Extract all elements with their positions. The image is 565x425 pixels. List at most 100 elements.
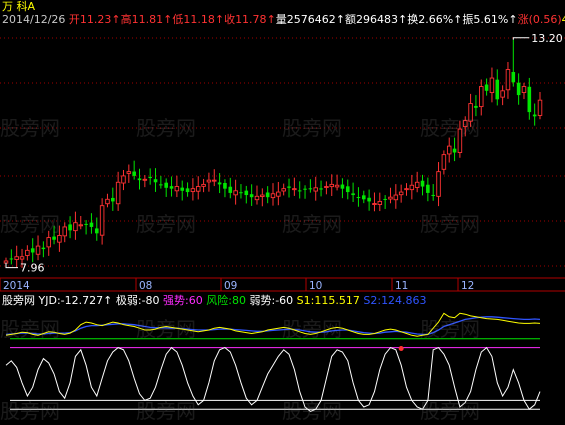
candle-body: [89, 222, 94, 227]
candle-body: [377, 200, 383, 205]
candle-body: [479, 86, 484, 108]
candle-body: [276, 191, 281, 197]
candle-body: [19, 256, 25, 260]
candle-body: [452, 148, 457, 153]
volume-label: 量: [275, 13, 287, 26]
candle-body: [500, 90, 505, 98]
legend-s1-value: 115.517: [314, 294, 360, 307]
candle-body: [14, 256, 19, 260]
candle-body: [68, 224, 72, 231]
candle-body: [313, 187, 318, 192]
low-value: 11.18: [183, 13, 215, 26]
candle-body: [292, 188, 297, 191]
candle-body: [446, 145, 452, 155]
close-label: 收: [224, 13, 236, 26]
quote-header: 2014/12/26 开11.23↑高11.81↑低11.18↑收11.78↑量…: [2, 13, 565, 26]
candle-body: [46, 237, 51, 248]
candle-body: [9, 258, 14, 260]
candle-body: [164, 182, 168, 188]
change-suffix: 4.: [562, 13, 565, 26]
candle-body: [228, 186, 233, 193]
candle-body: [62, 226, 67, 237]
candle-body: [345, 186, 350, 193]
candle-body: [281, 188, 286, 192]
legend-risk-value: 80: [231, 294, 246, 307]
candle-body: [148, 176, 152, 179]
candle-body: [537, 99, 543, 116]
candle-body: [159, 184, 163, 186]
candle-body: [185, 188, 190, 193]
legend-strong-name: 强势: [163, 294, 186, 307]
legend-weakest-value: -80: [141, 294, 160, 307]
indicator-title: 股旁网: [2, 294, 35, 307]
up-arrow-icon: ↑: [214, 13, 225, 26]
change-value: (0.56): [528, 13, 562, 26]
candle-body: [372, 203, 377, 206]
change-label: 涨: [517, 13, 529, 26]
candle-body: [195, 186, 201, 192]
candle-body: [527, 86, 532, 113]
legend-risk-name: 风险: [206, 294, 229, 307]
up-arrow-icon: ↑: [111, 13, 121, 26]
candle-body: [217, 182, 222, 185]
candle-body: [212, 179, 217, 182]
candle-body: [94, 228, 99, 234]
candle-body: [174, 186, 180, 192]
candle-body: [457, 128, 463, 153]
legend-s2-value: 124.863: [381, 294, 427, 307]
legend-s2-name: S2: [363, 294, 378, 307]
high-callout-label: 13.20: [531, 32, 563, 45]
candle-body: [329, 183, 334, 188]
low-label: 低: [172, 13, 184, 26]
candle-body: [462, 120, 468, 128]
candle-body: [356, 197, 361, 199]
candle-body: [111, 197, 115, 202]
candle-body: [474, 105, 478, 108]
candle-body: [265, 192, 270, 198]
up-arrow-icon: ↑: [508, 13, 518, 26]
x-axis-tick-label: 10: [309, 280, 322, 292]
candle-body: [319, 188, 323, 190]
signal-marker: [398, 345, 404, 351]
amount-value: 296483: [356, 13, 398, 26]
up-arrow-icon: ↑: [335, 13, 345, 26]
up-arrow-icon: ↑: [453, 13, 463, 26]
candle-body: [249, 194, 254, 198]
x-axis-tick-label: 08: [139, 280, 152, 292]
candle-body: [532, 114, 537, 117]
low-callout-label: 7.96: [20, 262, 45, 275]
candle-body: [398, 191, 404, 196]
candle-body: [41, 247, 46, 250]
candle-body: [30, 248, 35, 253]
candle-body: [426, 184, 430, 193]
candle-body: [361, 195, 366, 200]
candle-body: [393, 194, 399, 201]
volume-value: 2576462: [286, 13, 336, 26]
candle-body: [233, 190, 238, 196]
candle-body: [121, 175, 126, 184]
x-axis-tick-label: 09: [224, 280, 237, 292]
chart-canvas: 13.20 7.96 2014 08 09 10 11 12: [0, 0, 565, 425]
candle-body: [239, 192, 243, 194]
candle-body: [516, 82, 521, 96]
x-axis-tick-label: 2014: [3, 280, 30, 292]
candle-body: [436, 171, 441, 197]
turnover-value: 2.66%: [418, 13, 454, 26]
candle-body: [52, 236, 56, 240]
candle-body: [57, 235, 62, 243]
candle-body: [35, 245, 41, 255]
up-arrow-icon: ↑: [266, 13, 276, 26]
candle-body: [414, 181, 420, 188]
candle-body: [297, 190, 302, 192]
amount-label: 额: [345, 13, 356, 26]
candle-body: [431, 194, 435, 196]
candle-body: [260, 194, 265, 197]
up-arrow-icon: ↑: [103, 294, 113, 307]
legend-yjd-name: YJD: [38, 294, 57, 307]
candle-body: [244, 190, 249, 196]
indicator-legend: 股旁网 YJD:-12.727↑ 极弱:-80 强势:60 风险:80 弱势:-…: [2, 294, 427, 307]
candle-body: [142, 178, 148, 181]
candle-body: [223, 182, 227, 189]
candle-body: [99, 205, 105, 236]
legend-s1-name: S1: [296, 294, 311, 307]
